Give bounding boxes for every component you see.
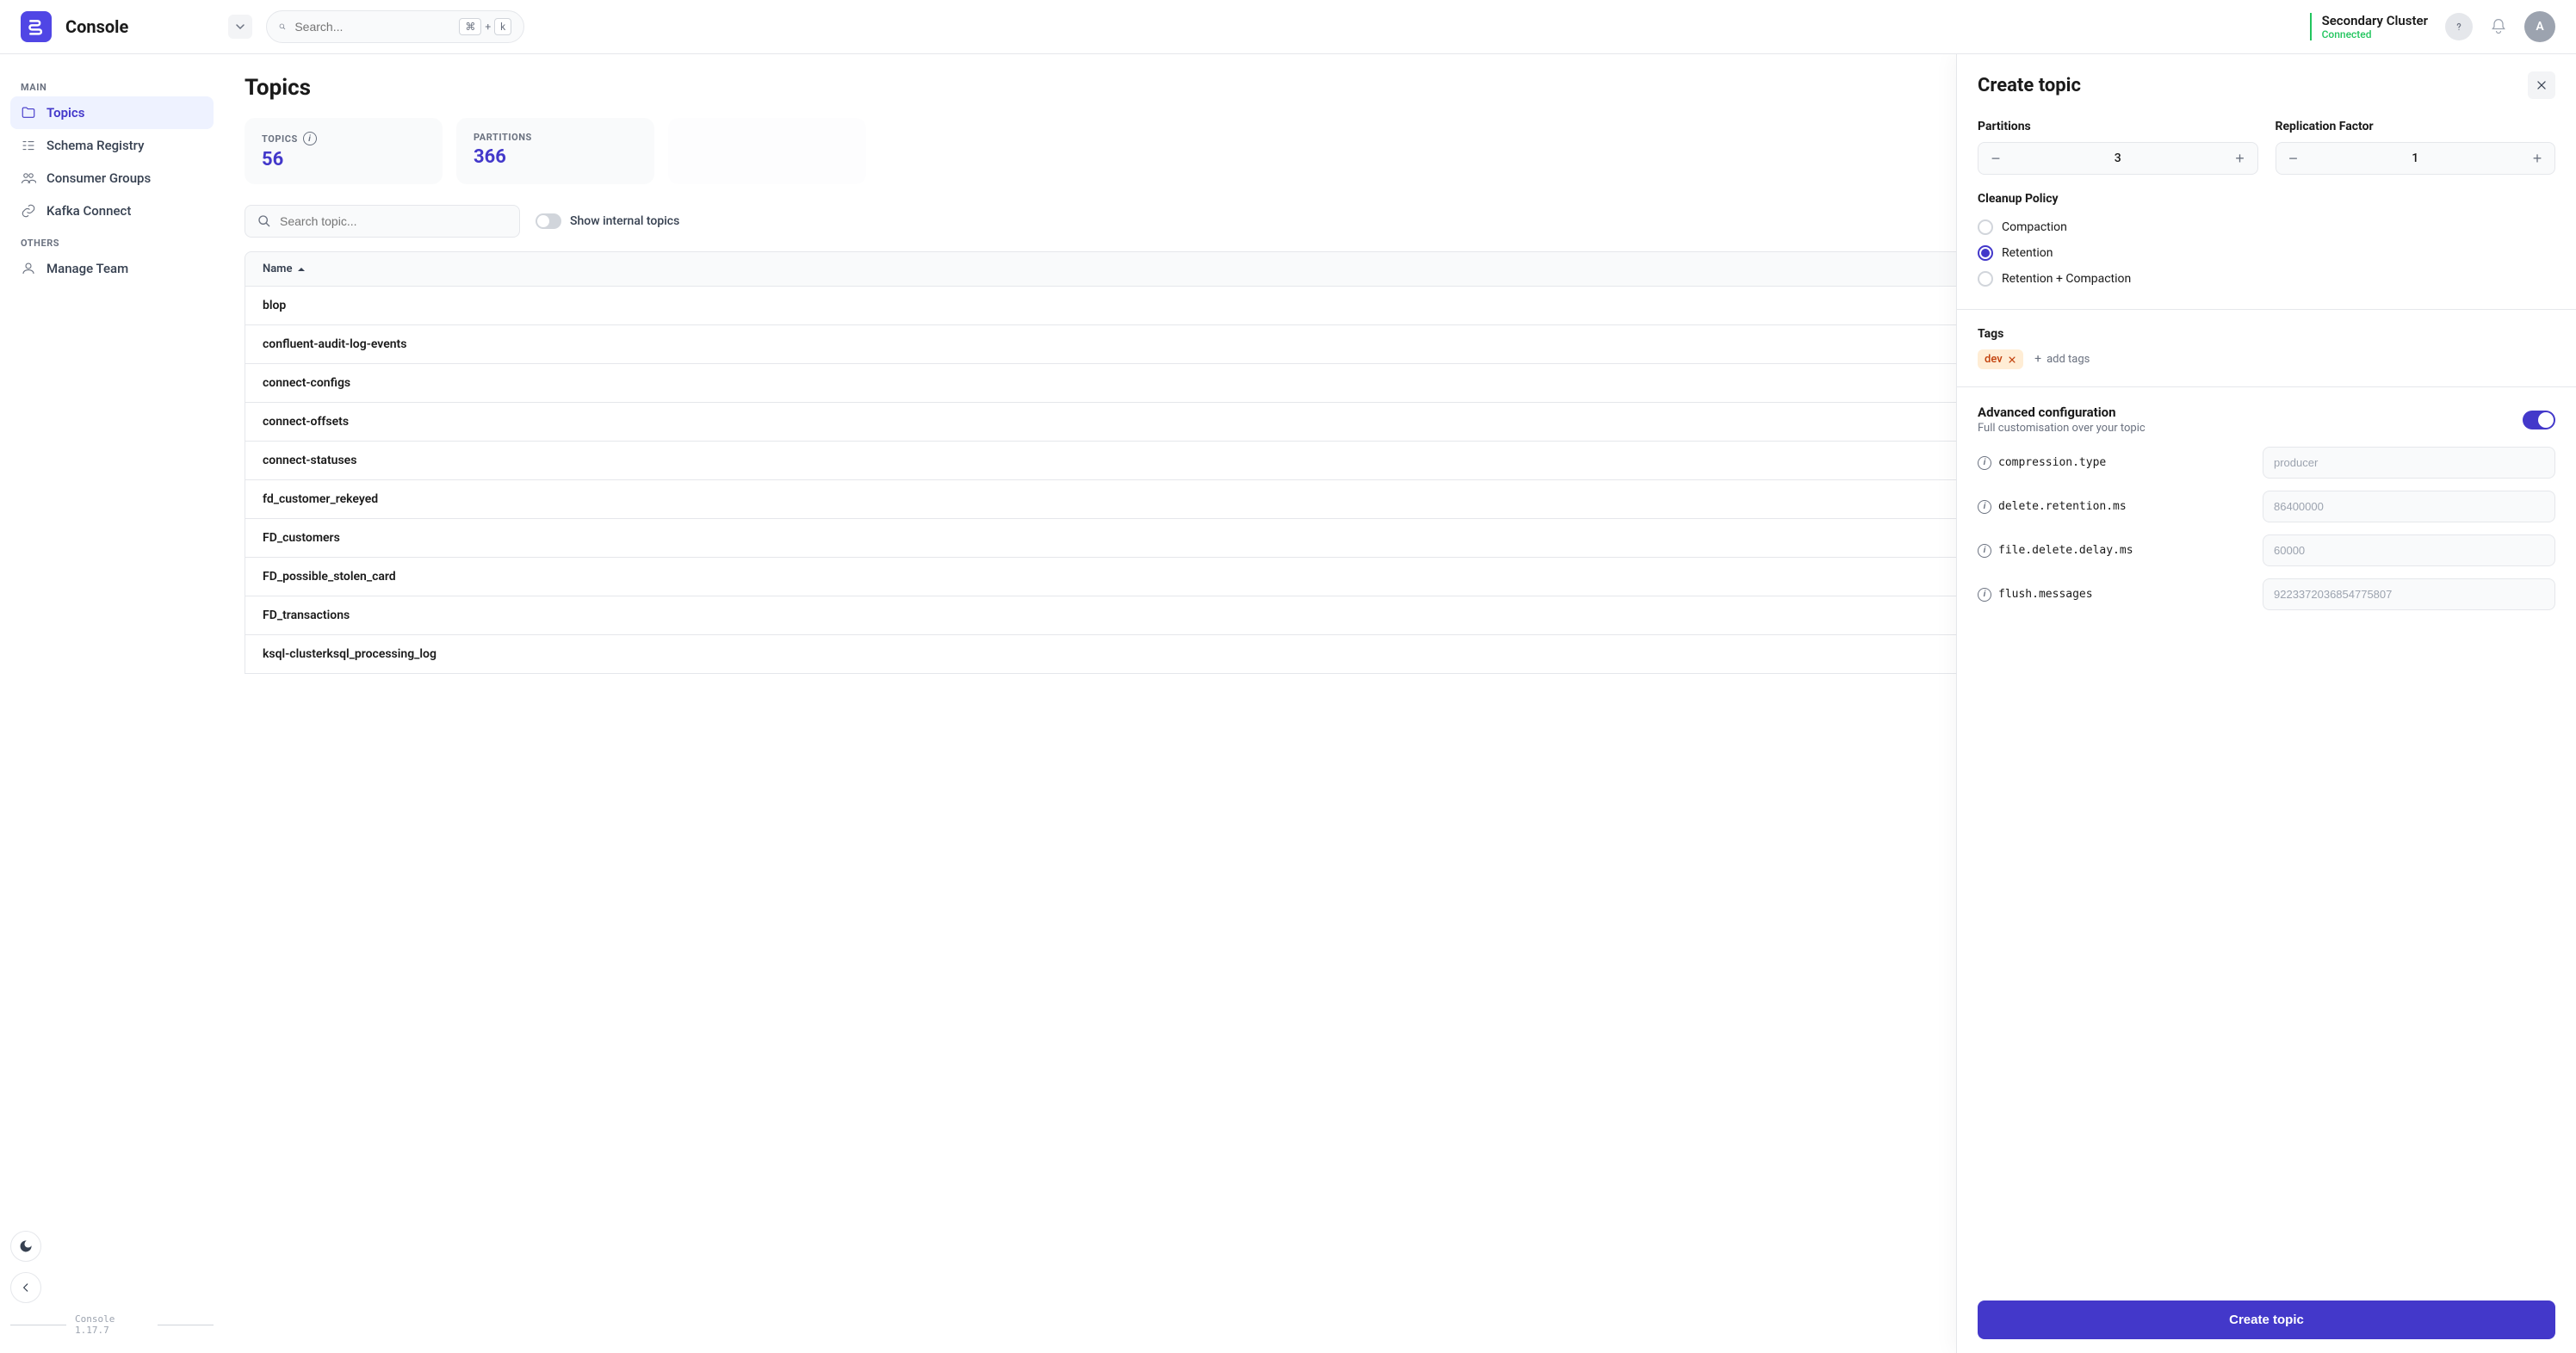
config-input[interactable] — [2263, 578, 2555, 610]
search-shortcut: ⌘ + k — [459, 18, 511, 35]
sidebar-item-topics[interactable]: Topics — [10, 96, 214, 129]
cleanup-option[interactable]: Retention — [1978, 240, 2555, 266]
cleanup-option[interactable]: Compaction — [1978, 214, 2555, 240]
column-name[interactable]: Name — [263, 263, 306, 275]
create-topic-drawer: Create topic Partitions − 3 — [1956, 54, 2576, 1353]
avatar[interactable]: A — [2524, 11, 2555, 42]
users-icon — [21, 170, 36, 186]
config-row: i compression.type — [1978, 447, 2555, 479]
config-input[interactable] — [2263, 447, 2555, 479]
workspace-dropdown[interactable] — [228, 15, 252, 39]
stat-topics: TOPICS i 56 — [245, 118, 443, 184]
search-icon — [257, 214, 271, 228]
sidebar: MAIN Topics Schema Registry Consumer Gro… — [0, 54, 224, 1353]
cleanup-label: Cleanup Policy — [1978, 192, 2555, 206]
topic-search[interactable] — [245, 205, 520, 238]
info-icon[interactable]: i — [1978, 500, 1991, 514]
cleanup-option[interactable]: Retention + Compaction — [1978, 266, 2555, 292]
sidebar-item-consumer-groups[interactable]: Consumer Groups — [10, 162, 214, 195]
tags-label: Tags — [1978, 327, 2555, 341]
add-tags-button[interactable]: + add tags — [2034, 352, 2090, 366]
global-search[interactable]: ⌘ + k — [266, 10, 524, 43]
stat-extra — [668, 118, 866, 184]
config-row: i file.delete.delay.ms — [1978, 534, 2555, 566]
close-button[interactable] — [2528, 71, 2555, 99]
sidebar-section-main: MAIN — [10, 78, 214, 96]
sidebar-item-manage-team[interactable]: Manage Team — [10, 252, 214, 285]
info-icon[interactable]: i — [1978, 544, 1991, 558]
config-row: i flush.messages — [1978, 578, 2555, 610]
sidebar-item-schema-registry[interactable]: Schema Registry — [10, 129, 214, 162]
help-icon — [2453, 21, 2465, 33]
config-input[interactable] — [2263, 491, 2555, 522]
advanced-label: Advanced configuration — [1978, 405, 2146, 420]
version-label: Console 1.17.7 — [10, 1313, 214, 1336]
chevron-down-icon — [235, 22, 245, 32]
cluster-indicator[interactable]: Secondary Cluster Connected — [2310, 13, 2428, 40]
chevron-left-icon — [20, 1282, 32, 1294]
replication-minus[interactable]: − — [2276, 143, 2311, 174]
show-internal-label: Show internal topics — [570, 214, 679, 228]
config-key-label: file.delete.delay.ms — [1998, 544, 2133, 557]
config-key-label: flush.messages — [1998, 588, 2093, 601]
sidebar-section-others: OTHERS — [10, 234, 214, 252]
search-input[interactable] — [294, 20, 450, 34]
config-input[interactable] — [2263, 534, 2555, 566]
topic-search-input[interactable] — [280, 214, 507, 228]
moon-icon — [19, 1239, 33, 1253]
replication-label: Replication Factor — [2276, 120, 2556, 133]
replication-stepper[interactable]: − 1 + — [2276, 142, 2556, 175]
partitions-plus[interactable]: + — [2223, 143, 2257, 174]
replication-plus[interactable]: + — [2520, 143, 2554, 174]
partitions-minus[interactable]: − — [1978, 143, 2013, 174]
info-icon[interactable]: i — [303, 132, 317, 145]
create-topic-button[interactable]: Create topic — [1978, 1300, 2555, 1339]
advanced-desc: Full customisation over your topic — [1978, 422, 2146, 435]
advanced-toggle[interactable] — [2523, 411, 2555, 429]
radio-icon — [1978, 245, 1993, 261]
radio-icon — [1978, 219, 1993, 235]
partitions-stepper[interactable]: − 3 + — [1978, 142, 2258, 175]
app-logo — [21, 11, 52, 42]
tag-chip-dev[interactable]: dev — [1978, 349, 2023, 369]
sidebar-item-kafka-connect[interactable]: Kafka Connect — [10, 195, 214, 227]
collapse-sidebar[interactable] — [10, 1272, 41, 1303]
user-icon — [21, 261, 36, 276]
info-icon[interactable]: i — [1978, 588, 1991, 602]
search-icon — [279, 20, 286, 34]
bell-icon[interactable] — [2490, 18, 2507, 35]
show-internal-toggle[interactable] — [536, 213, 561, 229]
close-icon[interactable] — [2008, 355, 2016, 364]
config-row: i delete.retention.ms — [1978, 491, 2555, 522]
partitions-label: Partitions — [1978, 120, 2258, 133]
cluster-status: Connected — [2322, 28, 2428, 40]
brand-title: Console — [65, 16, 128, 37]
list-icon — [21, 138, 36, 153]
help-button[interactable] — [2445, 13, 2473, 40]
stat-partitions: PARTITIONS 366 — [456, 118, 654, 184]
config-key-label: compression.type — [1998, 456, 2106, 469]
config-key-label: delete.retention.ms — [1998, 500, 2127, 513]
folder-icon — [21, 105, 36, 120]
cluster-name: Secondary Cluster — [2322, 13, 2428, 28]
theme-toggle[interactable] — [10, 1231, 41, 1262]
close-icon — [2536, 79, 2548, 91]
info-icon[interactable]: i — [1978, 456, 1991, 470]
drawer-title: Create topic — [1978, 75, 2081, 96]
radio-icon — [1978, 271, 1993, 287]
sort-asc-icon — [297, 265, 306, 274]
link-icon — [21, 203, 36, 219]
